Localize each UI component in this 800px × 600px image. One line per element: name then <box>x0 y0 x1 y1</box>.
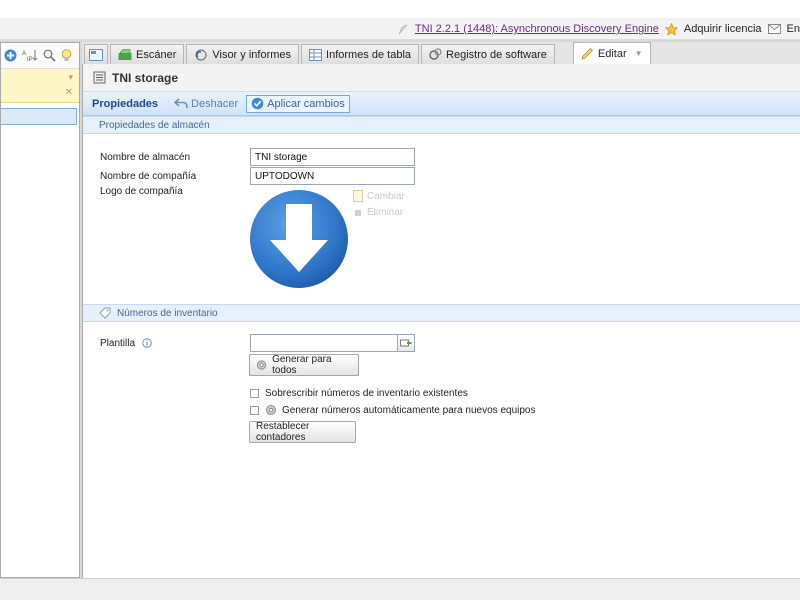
delete-logo-button[interactable]: Eliminar <box>353 207 403 218</box>
software-icon <box>429 48 442 60</box>
tab-viewer-label: Visor y informes <box>212 48 292 61</box>
app-title-link[interactable]: TNI 2.2.1 (1448): Asynchronous Discovery… <box>415 23 659 35</box>
company-logo-image[interactable] <box>248 188 350 290</box>
svg-text:IP: IP <box>27 57 33 62</box>
generate-for-all-label: Generar para todos <box>272 354 332 376</box>
scanner-icon <box>118 48 132 60</box>
pencil-icon <box>581 48 593 60</box>
inventory-section-title: Números de inventario <box>117 307 218 319</box>
left-selected-item[interactable] <box>1 108 77 125</box>
change-logo-label: Cambiar <box>367 190 405 202</box>
lightbulb-icon[interactable] <box>61 48 72 63</box>
undo-label: Deshacer <box>191 97 239 110</box>
tab-software-registry[interactable]: Registro de software <box>421 44 555 64</box>
reset-counters-label: Restablecer contadores <box>256 421 310 443</box>
apply-changes-button[interactable]: Aplicar cambios <box>246 94 350 113</box>
undo-icon <box>174 98 188 109</box>
auto-generate-label: Generar números automáticamente para nue… <box>282 404 536 416</box>
feather-icon <box>398 24 408 35</box>
close-icon[interactable]: ✕ <box>65 87 73 98</box>
tab-bar: Escáner Visor y informes Informes de tab… <box>82 42 800 64</box>
company-name-label: Nombre de compañía <box>100 170 197 182</box>
delete-logo-label: Eliminar <box>367 207 404 218</box>
template-row: Plantilla <box>100 334 415 352</box>
gear-icon <box>256 360 267 370</box>
company-name-input[interactable] <box>250 167 415 185</box>
overwrite-checkbox[interactable] <box>250 389 259 398</box>
overwrite-row: Sobrescribir números de inventario exist… <box>250 388 468 399</box>
reset-counters-button[interactable]: Restablecer contadores <box>249 421 356 443</box>
left-toolbar: A IP <box>1 43 79 69</box>
document-header: TNI storage <box>83 64 800 92</box>
tab-scanner-label: Escáner <box>136 48 177 61</box>
star-icon <box>664 22 678 36</box>
panel-toggle-icon <box>89 48 103 61</box>
chevron-down-icon[interactable]: ▼ <box>635 49 643 58</box>
table-icon <box>309 48 323 61</box>
collapse-icon[interactable]: ▾ <box>68 72 73 83</box>
info-icon[interactable] <box>142 338 152 348</box>
template-label-wrap: Plantilla <box>100 338 250 349</box>
mail-icon <box>767 24 781 34</box>
storage-name-input[interactable] <box>250 148 415 166</box>
change-logo-button[interactable]: Cambiar <box>353 190 405 202</box>
tab-table-reports-label: Informes de tabla <box>326 48 412 61</box>
mail-link[interactable]: En <box>787 23 800 35</box>
svg-text:A: A <box>22 51 26 57</box>
check-circle-icon <box>251 97 264 110</box>
add-icon[interactable] <box>4 49 17 62</box>
document-title: TNI storage <box>112 70 179 85</box>
gear-icon <box>266 405 276 415</box>
title-bar: TNI 2.2.1 (1448): Asynchronous Discovery… <box>0 18 800 40</box>
storage-section-header: Propiedades de almacén <box>83 116 800 134</box>
action-bar: Propiedades Deshacer Aplicar cambios <box>83 92 800 116</box>
insert-icon <box>400 339 412 347</box>
tab-scanner[interactable]: Escáner <box>110 44 185 64</box>
tab-scanner-toggle[interactable] <box>84 44 108 64</box>
left-pane: A IP ▾ ✕ <box>0 42 80 578</box>
storage-name-label: Nombre de almacén <box>100 151 191 163</box>
tab-software-registry-label: Registro de software <box>446 48 547 61</box>
delete-icon <box>355 209 361 216</box>
storage-icon <box>93 71 106 84</box>
viewer-icon <box>195 49 207 60</box>
search-icon[interactable] <box>43 49 56 62</box>
template-label: Plantilla <box>100 337 136 349</box>
left-notice-bar: ▾ ✕ <box>1 69 79 103</box>
tab-edit-label: Editar <box>597 47 627 60</box>
top-strip <box>0 0 800 18</box>
status-bar <box>0 578 800 600</box>
tab-table-reports[interactable]: Informes de tabla <box>301 44 420 64</box>
tab-viewer[interactable]: Visor y informes <box>186 44 300 64</box>
company-logo-row: Logo de compañía <box>100 186 250 197</box>
document-icon <box>353 190 363 202</box>
apply-changes-label: Aplicar cambios <box>267 97 345 110</box>
template-input[interactable] <box>250 334 398 352</box>
title-bar-right: TNI 2.2.1 (1448): Asynchronous Discovery… <box>397 18 800 40</box>
company-logo-label: Logo de compañía <box>100 186 183 197</box>
overwrite-label: Sobrescribir números de inventario exist… <box>265 388 468 399</box>
buy-license-link[interactable]: Adquirir licencia <box>684 23 762 35</box>
storage-section-title: Propiedades de almacén <box>99 119 210 131</box>
undo-button[interactable]: Deshacer <box>170 95 242 113</box>
tab-edit[interactable]: Editar ▼ <box>572 42 651 64</box>
generate-for-all-button[interactable]: Generar para todos <box>249 354 359 376</box>
inventory-section-header: Números de inventario <box>83 304 800 322</box>
auto-generate-row: Generar números automáticamente para nue… <box>250 404 535 416</box>
company-name-row: Nombre de compañía <box>100 167 415 185</box>
auto-generate-checkbox[interactable] <box>250 405 259 415</box>
properties-title: Propiedades <box>92 97 159 110</box>
template-insert-button[interactable] <box>398 334 415 352</box>
tag-icon <box>99 307 111 319</box>
sort-az-icon[interactable]: AIP <box>22 49 38 62</box>
storage-name-row: Nombre de almacén <box>100 148 415 166</box>
main-panel: TNI storage Propiedades Deshacer Aplicar… <box>82 64 800 578</box>
